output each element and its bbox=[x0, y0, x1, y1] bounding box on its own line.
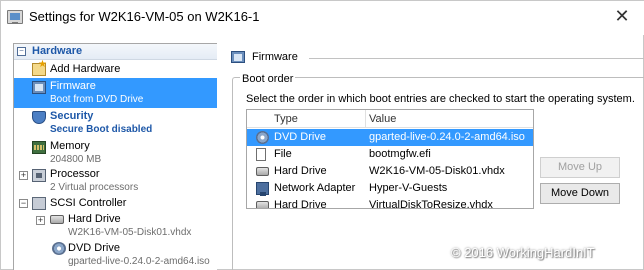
tree-item-processor[interactable]: + Processor 2 Virtual processors bbox=[14, 166, 217, 195]
tree-item-label: Processor bbox=[50, 168, 100, 180]
firmware-icon bbox=[231, 51, 245, 63]
network-adapter-icon bbox=[256, 182, 269, 196]
scsi-controller-icon bbox=[32, 197, 46, 210]
boot-entry-value: VirtualDiskToResize.vhdx bbox=[369, 199, 493, 209]
tree-item-memory[interactable]: Memory 204800 MB bbox=[14, 138, 217, 166]
tree-item-label: SCSI Controller bbox=[50, 197, 127, 209]
tree-section-label: Hardware bbox=[32, 45, 83, 57]
panel-title: Firmware bbox=[252, 51, 298, 63]
memory-icon bbox=[32, 141, 46, 154]
boot-entry-value: gparted-live-0.24.0-2-amd64.iso bbox=[369, 131, 525, 143]
firmware-panel: Firmware Boot order Select the order in … bbox=[221, 43, 644, 270]
boot-entry-value: bootmgfw.efi bbox=[369, 148, 431, 160]
boot-entry-row[interactable]: Hard Drive W2K16-VM-05-Disk01.vhdx bbox=[247, 163, 533, 180]
column-header-value[interactable]: Value bbox=[369, 113, 396, 125]
expand-icon[interactable]: + bbox=[36, 216, 45, 225]
collapse-icon[interactable]: − bbox=[19, 199, 28, 208]
tree-item-security[interactable]: Security Secure Boot disabled bbox=[14, 108, 217, 138]
close-button[interactable]: ✕ bbox=[599, 1, 644, 31]
file-icon bbox=[256, 148, 266, 161]
hardware-tree: − Hardware Add Hardware Firmware Boot fr… bbox=[13, 43, 217, 270]
settings-window: Settings for W2K16-VM-05 on W2K16-1 ✕ − … bbox=[0, 0, 644, 270]
hard-drive-icon bbox=[256, 201, 269, 208]
boot-entry-row[interactable]: DVD Drive gparted-live-0.24.0-2-amd64.is… bbox=[247, 129, 533, 146]
expand-icon[interactable]: + bbox=[19, 171, 28, 180]
boot-entry-type: Hard Drive bbox=[274, 199, 327, 209]
boot-order-list[interactable]: Type Value DVD Drive gparted-live-0.24.0… bbox=[246, 109, 534, 209]
tree-item-detail: W2K16-VM-05-Disk01.vhdx bbox=[68, 227, 192, 238]
tree-item-scsi-controller[interactable]: − SCSI Controller bbox=[14, 195, 217, 211]
header-divider bbox=[309, 58, 644, 59]
tree-item-label: Add Hardware bbox=[50, 63, 121, 75]
tree-item-detail: 2 Virtual processors bbox=[50, 182, 139, 193]
tree-item-add-hardware[interactable]: Add Hardware bbox=[14, 59, 217, 78]
hard-drive-icon bbox=[256, 167, 269, 176]
tree-section-hardware[interactable]: − Hardware bbox=[14, 44, 217, 60]
firmware-icon bbox=[32, 81, 46, 94]
boot-entry-type: Network Adapter bbox=[274, 182, 356, 194]
dvd-drive-icon bbox=[52, 242, 66, 255]
firmware-header: Firmware bbox=[225, 45, 644, 69]
boot-entry-row[interactable]: Network Adapter Hyper-V-Guests bbox=[247, 180, 533, 197]
tree-item-dvd-drive[interactable]: DVD Drive gparted-live-0.24.0-2-amd64.is… bbox=[14, 240, 217, 270]
boot-entry-row[interactable]: Hard Drive VirtualDiskToResize.vhdx bbox=[247, 197, 533, 209]
tree-item-firmware[interactable]: Firmware Boot from DVD Drive bbox=[14, 78, 217, 108]
tree-item-label: Firmware bbox=[50, 80, 96, 92]
boot-entry-value: W2K16-VM-05-Disk01.vhdx bbox=[369, 165, 505, 177]
tree-item-label: Security bbox=[50, 110, 94, 122]
boot-entry-value: Hyper-V-Guests bbox=[369, 182, 448, 194]
move-down-button[interactable]: Move Down bbox=[540, 183, 620, 204]
list-header: Type Value bbox=[247, 110, 533, 128]
tree-item-label: Memory bbox=[50, 140, 90, 152]
boot-entry-type: DVD Drive bbox=[274, 131, 326, 143]
add-hardware-icon bbox=[32, 59, 47, 76]
security-shield-icon bbox=[32, 111, 46, 124]
dvd-drive-icon bbox=[256, 131, 269, 144]
boot-order-instructions: Select the order in which boot entries a… bbox=[246, 93, 635, 105]
collapse-icon[interactable]: − bbox=[17, 47, 26, 56]
tree-item-label: DVD Drive bbox=[68, 242, 120, 254]
column-divider[interactable] bbox=[365, 110, 366, 127]
boot-order-title: Boot order bbox=[240, 73, 296, 85]
tree-item-hard-drive[interactable]: + Hard Drive W2K16-VM-05-Disk01.vhdx bbox=[14, 211, 217, 240]
tree-item-detail: Boot from DVD Drive bbox=[50, 94, 144, 105]
hyper-v-settings-icon bbox=[7, 10, 23, 24]
tree-item-detail: Secure Boot disabled bbox=[50, 124, 153, 135]
tree-item-label: Hard Drive bbox=[68, 213, 121, 225]
column-header-type[interactable]: Type bbox=[274, 113, 298, 125]
boot-entry-row[interactable]: File bootmgfw.efi bbox=[247, 146, 533, 163]
tree-item-detail: gparted-live-0.24.0-2-amd64.iso bbox=[68, 256, 210, 267]
move-up-button[interactable]: Move Up bbox=[540, 157, 620, 178]
hard-drive-icon bbox=[50, 215, 64, 224]
title-bar: Settings for W2K16-VM-05 on W2K16-1 ✕ bbox=[1, 1, 644, 35]
boot-entry-type: Hard Drive bbox=[274, 165, 327, 177]
tree-item-detail: 204800 MB bbox=[50, 154, 102, 165]
processor-icon bbox=[32, 169, 46, 182]
window-title: Settings for W2K16-VM-05 on W2K16-1 bbox=[29, 9, 260, 24]
copyright-watermark: © 2016 WorkingHardInIT bbox=[451, 245, 595, 260]
boot-entry-type: File bbox=[274, 148, 292, 160]
